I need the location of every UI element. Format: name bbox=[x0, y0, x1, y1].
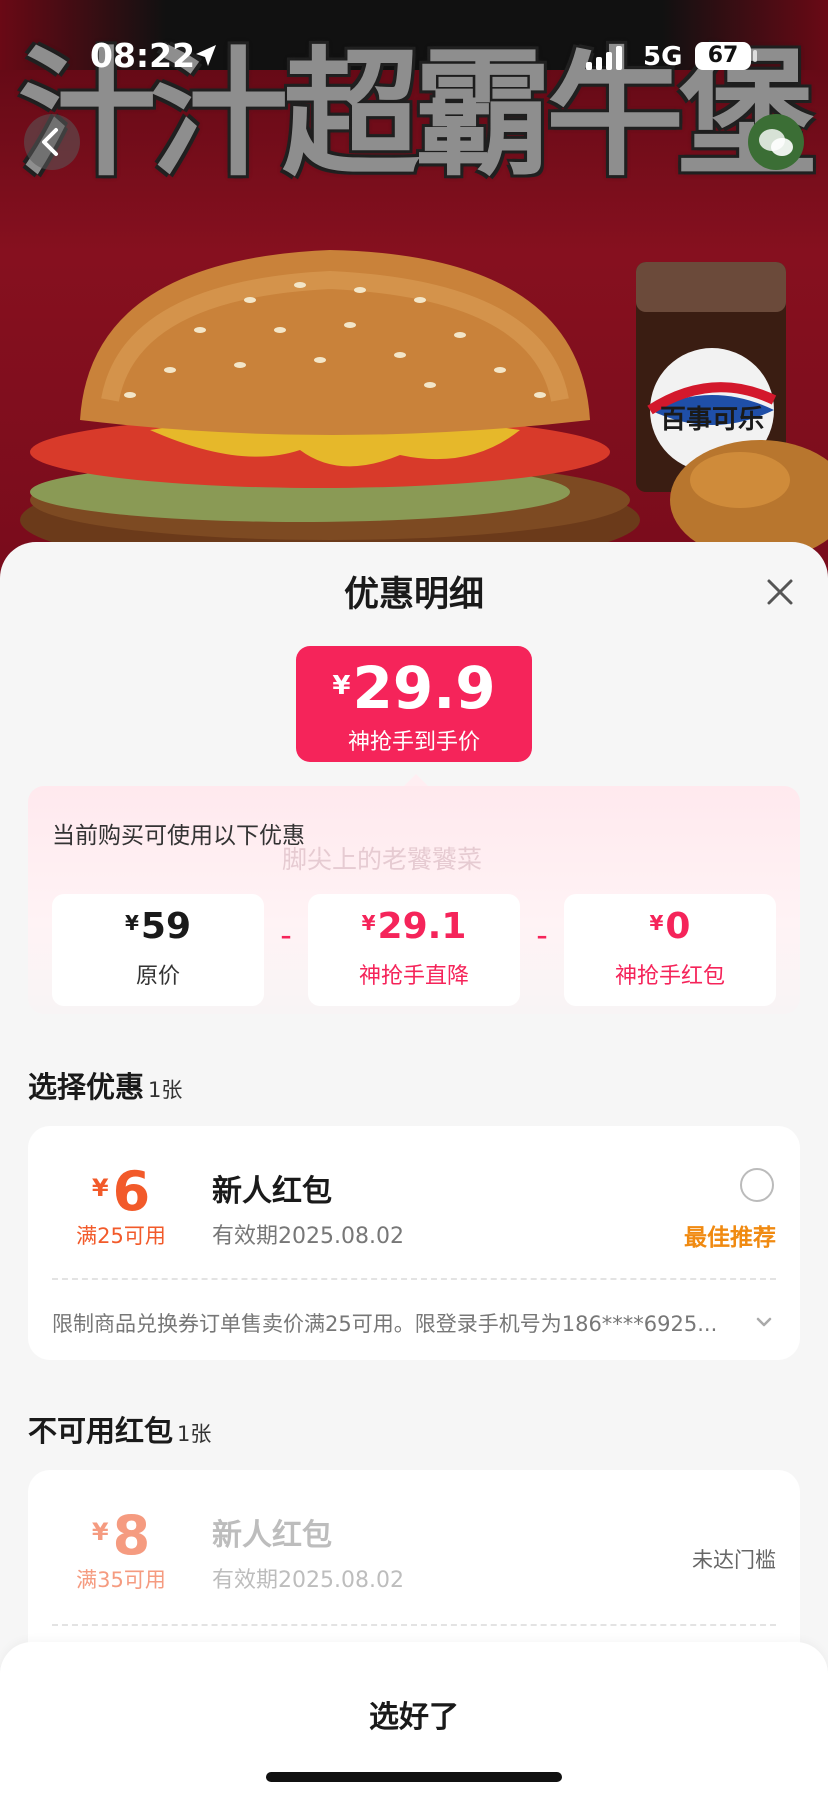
home-indicator bbox=[266, 1772, 562, 1782]
section-title: 不可用红包 bbox=[28, 1414, 174, 1448]
breakdown-caption: 当前购买可使用以下优惠 bbox=[52, 823, 305, 849]
best-recommend-tag: 最佳推荐 bbox=[684, 1225, 776, 1251]
coupon-card-available[interactable]: ¥6 满25可用 新人红包 有效期2025.08.02 最佳推荐 限制商品兑换券… bbox=[28, 1126, 800, 1360]
final-price-badge: ¥29.9 神抢手到手价 bbox=[296, 646, 532, 762]
direct-discount-label: 神抢手直降 bbox=[358, 964, 469, 989]
signal-icon bbox=[586, 46, 622, 70]
coupon-status: 未达门槛 bbox=[692, 1548, 776, 1572]
section-count: 1张 bbox=[148, 1078, 183, 1102]
final-price-label: 神抢手到手价 bbox=[347, 730, 480, 755]
wechat-icon bbox=[759, 129, 793, 156]
coupon-name: 新人红包 bbox=[212, 1518, 332, 1553]
final-price-amount: 29.9 bbox=[352, 654, 496, 722]
status-time: 08:22 bbox=[90, 36, 196, 75]
coupon-value: ¥6 bbox=[64, 1160, 178, 1223]
watermark: 脚尖上的老饕饕菜 bbox=[282, 845, 483, 874]
coupon-name: 新人红包 bbox=[212, 1174, 332, 1209]
currency-symbol: ¥ bbox=[649, 911, 664, 935]
minus-sign: - bbox=[280, 916, 292, 954]
coupon-amount: 6 bbox=[112, 1160, 151, 1223]
coupon-validity: 有效期2025.08.02 bbox=[212, 1224, 404, 1249]
select-coupon-heading: 选择优惠 1张 bbox=[28, 1064, 182, 1106]
dashed-divider bbox=[52, 1624, 776, 1626]
direct-discount-box: ¥29.1 神抢手直降 bbox=[308, 894, 520, 1006]
red-packet-value: ¥0 bbox=[564, 906, 776, 947]
confirm-button[interactable]: 选好了 bbox=[0, 1692, 828, 1736]
red-packet-amount: 0 bbox=[665, 906, 691, 947]
chevron-down-icon[interactable] bbox=[752, 1310, 776, 1334]
coupon-threshold: 满35可用 bbox=[76, 1568, 166, 1592]
dashed-divider bbox=[52, 1278, 776, 1280]
coupon-value: ¥8 bbox=[64, 1504, 178, 1567]
original-price-value: ¥59 bbox=[52, 906, 264, 947]
red-packet-label: 神抢手红包 bbox=[614, 964, 725, 989]
coupon-validity: 有效期2025.08.02 bbox=[212, 1568, 404, 1593]
section-title: 选择优惠 bbox=[28, 1070, 145, 1104]
coupon-rule-text: 限制商品兑换券订单售卖价满25可用。限登录手机号为186****6925... bbox=[52, 1312, 718, 1336]
back-button[interactable] bbox=[24, 114, 80, 170]
svg-text:百事可乐: 百事可乐 bbox=[660, 405, 764, 435]
original-price-label: 原价 bbox=[135, 964, 180, 989]
discount-detail-sheet: 优惠明细 ¥29.9 神抢手到手价 当前购买可使用以下优惠 脚尖上的老饕饕菜 ¥… bbox=[0, 542, 828, 1795]
wechat-share-button[interactable] bbox=[748, 114, 804, 170]
chevron-left-icon bbox=[42, 128, 58, 156]
location-arrow-icon bbox=[196, 45, 216, 66]
battery-icon bbox=[753, 50, 757, 62]
currency-symbol: ¥ bbox=[91, 1174, 109, 1202]
section-count: 1张 bbox=[177, 1422, 212, 1446]
direct-discount-amount: 29.1 bbox=[377, 906, 467, 947]
original-price-box: ¥59 原价 bbox=[52, 894, 264, 1006]
currency-symbol: ¥ bbox=[124, 911, 139, 935]
discount-breakdown-panel: 当前购买可使用以下优惠 脚尖上的老饕饕菜 ¥59 原价 - ¥29.1 神抢手直… bbox=[28, 786, 800, 1014]
sheet-title: 优惠明细 bbox=[343, 575, 484, 615]
minus-sign: - bbox=[536, 916, 548, 954]
currency-symbol: ¥ bbox=[91, 1518, 109, 1546]
status-bar: 08:22 5G 67 bbox=[0, 0, 828, 110]
network-type: 5G bbox=[643, 42, 683, 72]
red-packet-box: ¥0 神抢手红包 bbox=[564, 894, 776, 1006]
coupon-threshold: 满25可用 bbox=[76, 1224, 166, 1248]
close-icon[interactable] bbox=[760, 572, 800, 612]
coupon-select-radio[interactable] bbox=[740, 1168, 774, 1202]
unavailable-coupon-heading: 不可用红包 1张 bbox=[28, 1408, 211, 1450]
bottom-action-bar: 选好了 bbox=[0, 1642, 828, 1795]
currency-symbol: ¥ bbox=[361, 911, 376, 935]
direct-discount-value: ¥29.1 bbox=[308, 906, 520, 947]
battery-level: 67 bbox=[695, 42, 751, 70]
final-price-value: ¥29.9 bbox=[296, 654, 532, 722]
original-price-amount: 59 bbox=[140, 906, 192, 947]
coupon-amount: 8 bbox=[112, 1504, 151, 1567]
currency-symbol: ¥ bbox=[332, 671, 351, 701]
